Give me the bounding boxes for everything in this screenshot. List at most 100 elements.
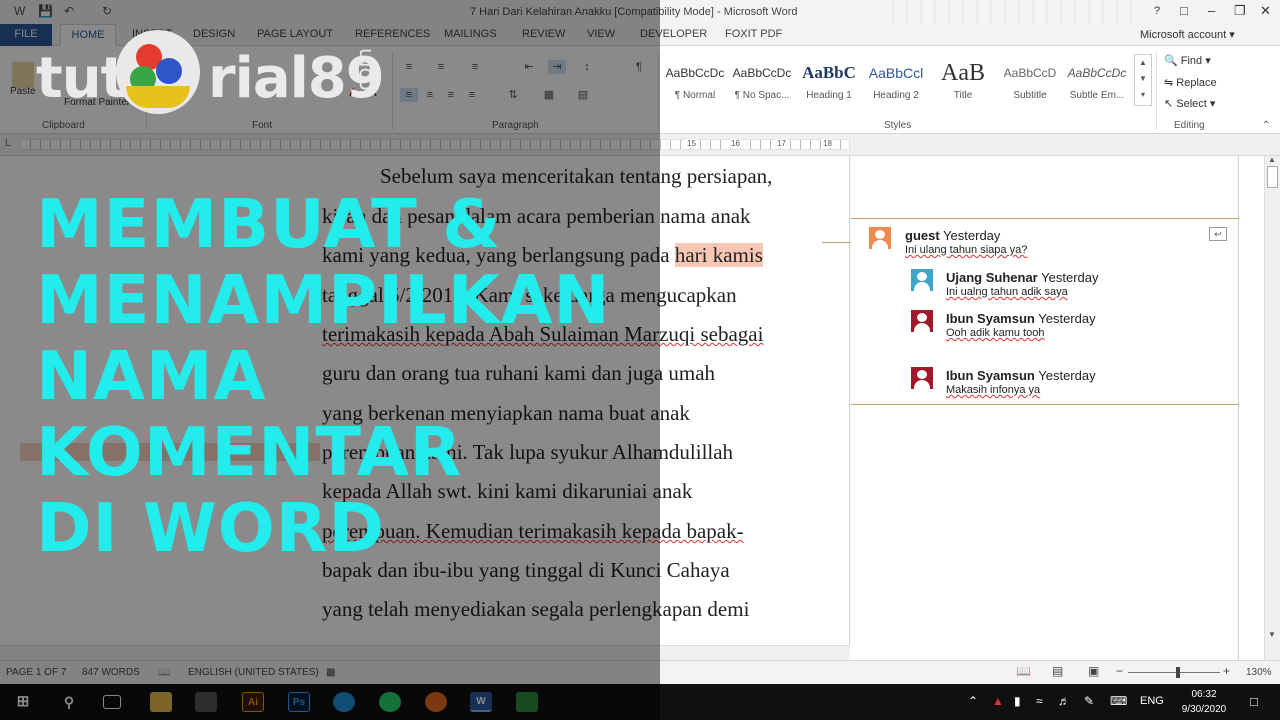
headline-line: KOMENTAR (36, 413, 463, 491)
logo-circle-icon (116, 30, 200, 114)
restore-icon[interactable]: ❐ (1234, 3, 1246, 19)
ruler-mark: 17 (776, 139, 787, 148)
scroll-down-icon[interactable]: ▼ (1268, 630, 1276, 639)
avatar-icon (911, 367, 933, 389)
web-layout-icon[interactable]: ▣ (1088, 664, 1099, 678)
comment-author: Ibun Syamsun (946, 311, 1035, 326)
comment-author: Ibun Syamsun (946, 368, 1035, 383)
select-label: Select (1176, 98, 1207, 110)
brand-logo: tut rial89 .com (36, 30, 385, 116)
zoom-in-icon[interactable]: + (1223, 664, 1230, 678)
find-button[interactable]: 🔍 Find ▾ (1164, 54, 1211, 67)
style-preview: AaBbC (802, 63, 856, 82)
style-name: Title (953, 90, 973, 101)
close-icon[interactable]: ✕ (1260, 3, 1271, 19)
headline-line: MEMBUAT & (36, 185, 502, 263)
comment-text: Ini ualng tahun adik saya (946, 286, 1068, 298)
ribbon-display-icon[interactable]: □ (1180, 3, 1188, 18)
headline-line: MENAMPILKAN (36, 261, 611, 339)
avatar-icon (911, 269, 933, 291)
style-preview: AaBbCcDc (665, 66, 725, 80)
help-button[interactable]: ? (1154, 5, 1160, 17)
comment-author: Ujang Suhenar (946, 270, 1038, 285)
comment-time: Yesterday (943, 228, 1001, 243)
clock[interactable]: 06:32 9/30/2020 (1176, 687, 1232, 717)
replace-label: Replace (1176, 77, 1217, 89)
clock-date: 9/30/2020 (1181, 704, 1227, 715)
scroll-up-icon[interactable]: ▲ (1268, 155, 1276, 164)
battery-icon[interactable]: ▮ (1014, 694, 1021, 708)
account-label: Microsoft account (1140, 29, 1227, 41)
comment-time: Yesterday (1038, 368, 1096, 383)
select-icon: ↖ (1164, 98, 1174, 110)
styles-group-label: Styles (884, 120, 912, 131)
editing-group-label: Editing (1174, 120, 1205, 131)
clock-time: 06:32 (1191, 689, 1217, 700)
print-layout-icon[interactable]: ▤ (1052, 664, 1063, 678)
zoom-out-icon[interactable]: − (1116, 664, 1123, 678)
style-subtitle[interactable]: AaBbCcD Subtitle (997, 60, 1063, 106)
wifi-icon[interactable]: ≈ (1036, 694, 1043, 708)
replace-icon: ⇋ (1164, 77, 1174, 89)
style-heading-2[interactable]: AaBbCcl Heading 2 (863, 60, 929, 106)
style-name: ¶ No Spac... (734, 90, 790, 101)
style-normal[interactable]: AaBbCcDc ¶ Normal (662, 60, 728, 106)
input-language[interactable]: ENG (1140, 695, 1164, 707)
style-subtle-emphasis[interactable]: AaBbCcDc Subtle Em... (1064, 60, 1130, 106)
zoom-slider-handle[interactable] (1176, 667, 1180, 678)
style-heading-1[interactable]: AaBbC Heading 1 (796, 60, 862, 106)
comment-time: Yesterday (1041, 270, 1099, 285)
zoom-slider[interactable] (1128, 672, 1220, 673)
comment-time: Yesterday (1038, 311, 1096, 326)
comment-thread[interactable]: ↩ guest Yesterday Ini ulang tahun siapa … (851, 218, 1239, 405)
ruler-mark: 16 (730, 139, 741, 148)
notifications-icon[interactable]: □ (1250, 694, 1258, 709)
style-preview: AaB (941, 60, 985, 86)
avatar-icon (869, 227, 891, 249)
volume-icon[interactable]: ♬ (1058, 694, 1070, 708)
style-no-spacing[interactable]: AaBbCcDc ¶ No Spac... (729, 60, 795, 106)
style-preview: AaBbCcDc (1067, 66, 1127, 80)
pen-icon[interactable]: ✎ (1084, 694, 1094, 708)
style-name: Subtle Em... (1069, 90, 1125, 101)
find-label: Find (1180, 55, 1203, 67)
logo-domain: .com (352, 48, 376, 98)
headline-line: DI WORD (36, 489, 385, 567)
style-preview: AaBbCcl (868, 65, 924, 81)
logo-blue-dot (156, 58, 182, 84)
logo-base (126, 86, 190, 108)
comment-author: guest (905, 228, 940, 243)
read-mode-icon[interactable]: 📖 (1016, 664, 1031, 678)
collapse-ribbon-icon[interactable]: ⌃ (1262, 120, 1270, 131)
show-hidden-icons-icon[interactable]: ⌃ (968, 694, 978, 708)
avatar-icon (911, 310, 933, 332)
vertical-scrollbar[interactable]: ▲ ▼ (1264, 155, 1280, 660)
zoom-level[interactable]: 130% (1246, 667, 1272, 678)
comment-connector (822, 242, 851, 243)
comment-text: Ooh adik kamu tooh (946, 327, 1045, 339)
scroll-thumb[interactable] (1267, 166, 1278, 188)
style-preview: AaBbCcD (1003, 66, 1057, 80)
commented-text[interactable]: hari kamis (674, 243, 763, 267)
keyboard-icon[interactable]: ⌨ (1110, 694, 1127, 708)
tab-foxit-pdf[interactable]: FOXIT PDF (725, 28, 782, 40)
styles-more-icon[interactable]: ▲ ▼ ▾ (1134, 54, 1152, 106)
reply-icon[interactable]: ↩ (1209, 227, 1227, 241)
find-icon: 🔍 (1164, 55, 1178, 67)
select-button[interactable]: ↖ Select ▾ (1164, 97, 1215, 110)
style-title[interactable]: AaB Title (930, 60, 996, 106)
title-bar-decoration (880, 0, 1140, 24)
comment-text[interactable]: Makasih infonya ya (946, 384, 1040, 396)
ruler-mark: 15 (686, 139, 697, 148)
app-tray-icon[interactable]: ▲ (992, 694, 1004, 708)
replace-button[interactable]: ⇋ Replace (1164, 76, 1217, 89)
minimize-icon[interactable]: – (1208, 3, 1215, 18)
account-button[interactable]: Microsoft account ▾ (1140, 28, 1235, 41)
logo-text-start: tut (36, 46, 127, 111)
word-window: W 💾 ↶ ↻ 7 Hari Dari Kelahiran Anakku [Co… (0, 0, 1280, 720)
style-name: Subtitle (1013, 90, 1047, 101)
comment-text: Ini ulang tahun siapa ya? (905, 244, 1028, 256)
style-preview: AaBbCcDc (732, 66, 792, 80)
style-name: Heading 1 (806, 90, 852, 101)
group-separator (1156, 52, 1157, 130)
